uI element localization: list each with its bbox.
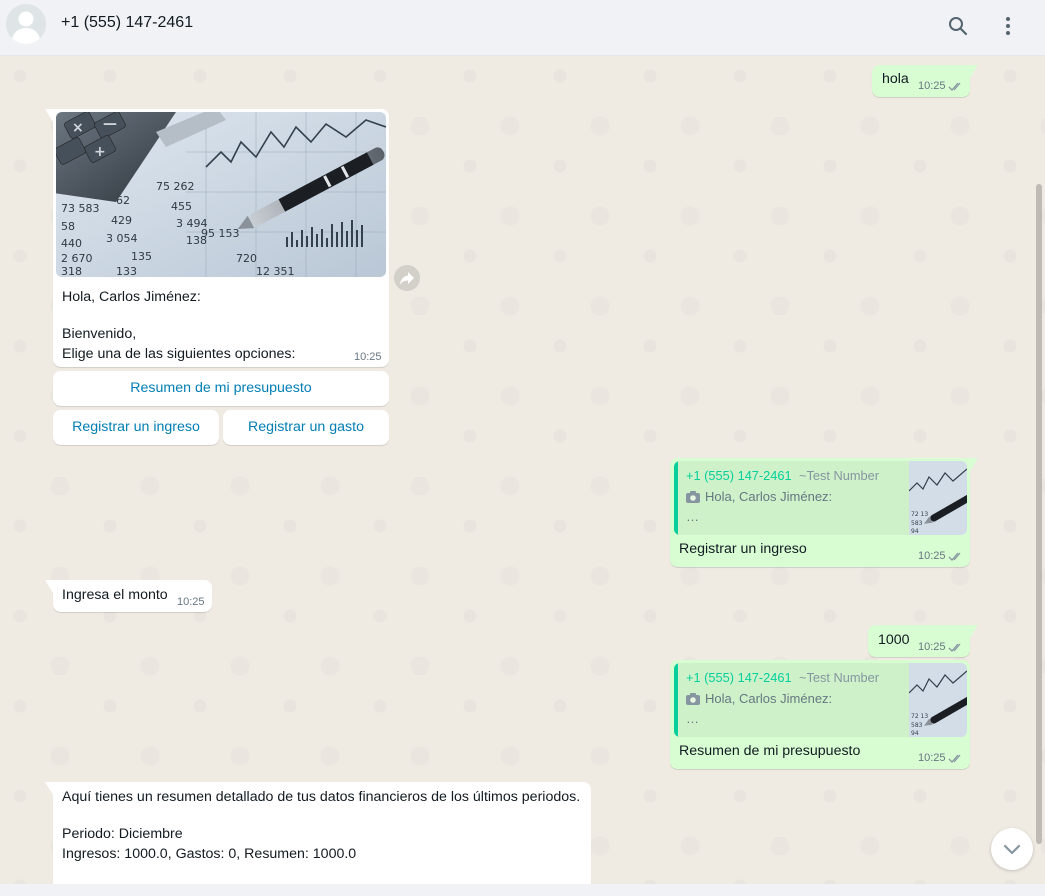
message-text: Resumen de mi presupuesto bbox=[679, 743, 861, 759]
outgoing-message[interactable]: hola 10:25 bbox=[872, 65, 978, 97]
quick-reply-resumen-button[interactable]: Resumen de mi presupuesto bbox=[53, 371, 389, 406]
svg-text:—: — bbox=[103, 116, 117, 132]
camera-icon bbox=[686, 491, 700, 503]
svg-text:583: 583 bbox=[911, 520, 923, 527]
message-time: 10:25 bbox=[918, 80, 946, 92]
message-text: hola bbox=[882, 71, 909, 87]
quick-reply-gasto-button[interactable]: Registrar un gasto bbox=[223, 410, 389, 445]
quote-text: Hola, Carlos Jiménez: bbox=[705, 691, 833, 706]
contact-name[interactable]: +1 (555) 147-2461 bbox=[61, 14, 193, 32]
message-text: Aquí tienes un resumen detallado de tus … bbox=[62, 789, 581, 805]
message-text: 1000 bbox=[878, 632, 910, 648]
svg-text:95 153: 95 153 bbox=[201, 227, 240, 240]
forward-button[interactable] bbox=[394, 265, 420, 291]
quote-sender-tag: ~Test Number bbox=[799, 670, 880, 685]
svg-text:75 262: 75 262 bbox=[156, 180, 195, 193]
svg-text:12 351: 12 351 bbox=[256, 265, 295, 277]
svg-text:73 583: 73 583 bbox=[61, 202, 100, 215]
outgoing-reply-message[interactable]: +1 (555) 147-2461 ~Test Number Hola, Car… bbox=[670, 458, 978, 567]
chevron-down-icon bbox=[1003, 844, 1021, 855]
svg-text:72 13: 72 13 bbox=[911, 713, 928, 720]
message-time: 10:25 bbox=[177, 596, 205, 608]
incoming-message[interactable]: Ingresa el monto 10:25 bbox=[45, 580, 212, 612]
quote-thumbnail-image: 72 13 58394 bbox=[909, 663, 967, 737]
quote-sender-tag: ~Test Number bbox=[799, 468, 880, 483]
svg-text:94: 94 bbox=[911, 528, 919, 535]
quote-sender: +1 (555) 147-2461 bbox=[686, 670, 792, 685]
camera-icon bbox=[686, 693, 700, 705]
message-text: Periodo: Diciembre bbox=[62, 826, 183, 842]
svg-text:135: 135 bbox=[131, 250, 152, 263]
svg-text:×: × bbox=[72, 120, 84, 136]
message-time: 10:25 bbox=[918, 752, 946, 764]
double-check-icon bbox=[948, 754, 961, 763]
incoming-summary-message[interactable]: Aquí tienes un resumen detallado de tus … bbox=[45, 782, 591, 884]
chat-header: +1 (555) 147-2461 bbox=[0, 0, 1045, 56]
quote-thumbnail-image: 72 13 58394 bbox=[909, 461, 967, 535]
quoted-message[interactable]: +1 (555) 147-2461 ~Test Number Hola, Car… bbox=[674, 461, 967, 535]
svg-text:440: 440 bbox=[61, 237, 82, 250]
quote-text: Hola, Carlos Jiménez: bbox=[705, 489, 833, 504]
quote-ellipsis: … bbox=[686, 509, 699, 524]
svg-text:429: 429 bbox=[111, 214, 132, 227]
message-time: 10:25 bbox=[354, 351, 382, 363]
contact-avatar[interactable] bbox=[6, 4, 46, 44]
message-text: Elige una de las siguientes opciones: bbox=[62, 346, 296, 362]
quote-accent-bar bbox=[674, 663, 678, 737]
chat-scrollbar[interactable] bbox=[1036, 184, 1042, 844]
message-text: Ingresa el monto bbox=[62, 587, 168, 603]
svg-text:2 670: 2 670 bbox=[61, 252, 93, 265]
double-check-icon bbox=[948, 643, 961, 652]
svg-text:133: 133 bbox=[116, 265, 137, 277]
message-text: Bienvenido, bbox=[62, 326, 137, 342]
svg-text:318: 318 bbox=[61, 265, 82, 277]
financial-chart-image: 73 5836275 262 58 429455 440 3 0543 494 2 … bbox=[56, 112, 386, 277]
incoming-template-message[interactable]: 73 583 62 75 262 58 429 455 440 3 054 3 494 2 … bbox=[45, 109, 389, 367]
forward-icon bbox=[400, 272, 414, 285]
quick-reply-ingreso-button[interactable]: Registrar un ingreso bbox=[53, 410, 219, 445]
quote-accent-bar bbox=[674, 461, 678, 535]
quote-sender: +1 (555) 147-2461 bbox=[686, 468, 792, 483]
message-time: 10:25 bbox=[918, 550, 946, 562]
double-check-icon bbox=[948, 82, 961, 91]
conversation-panel[interactable]: hola 10:25 73 583 62 75 262 58 429 455 4… bbox=[0, 56, 1045, 884]
svg-text:455: 455 bbox=[171, 200, 192, 213]
default-avatar-icon bbox=[6, 4, 46, 44]
svg-text:94: 94 bbox=[911, 730, 919, 737]
quote-ellipsis: … bbox=[686, 711, 699, 726]
outgoing-message[interactable]: 1000 10:25 bbox=[868, 625, 978, 657]
svg-text:+: + bbox=[94, 144, 106, 160]
quoted-message[interactable]: +1 (555) 147-2461 ~Test Number Hola, Car… bbox=[674, 663, 967, 737]
svg-text:583: 583 bbox=[911, 722, 923, 729]
svg-text:720: 720 bbox=[236, 252, 257, 265]
message-time: 10:25 bbox=[918, 641, 946, 653]
svg-text:72 13: 72 13 bbox=[911, 511, 928, 518]
message-text: Hola, Carlos Jiménez: bbox=[62, 289, 201, 305]
double-check-icon bbox=[948, 552, 961, 561]
svg-text:58: 58 bbox=[61, 220, 75, 233]
menu-icon[interactable] bbox=[996, 14, 1020, 38]
search-icon[interactable] bbox=[946, 14, 970, 38]
composer-area bbox=[0, 884, 1045, 896]
scroll-to-bottom-button[interactable] bbox=[991, 828, 1033, 870]
message-text: Registrar un ingreso bbox=[679, 541, 807, 557]
message-text: Ingresos: 1000.0, Gastos: 0, Resumen: 10… bbox=[62, 846, 357, 862]
outgoing-reply-message[interactable]: +1 (555) 147-2461 ~Test Number Hola, Car… bbox=[670, 660, 970, 769]
svg-text:3 054: 3 054 bbox=[106, 232, 138, 245]
